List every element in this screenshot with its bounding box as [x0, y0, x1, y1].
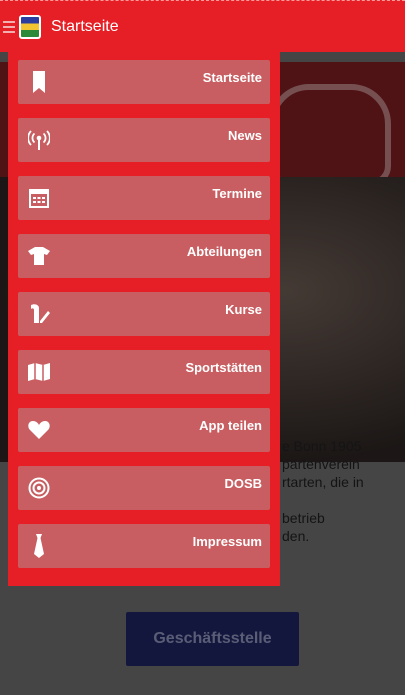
menu-item-abteilungen[interactable]: Abteilungen [18, 234, 270, 278]
bookmark-icon [28, 71, 50, 93]
menu-item-label: Kurse [225, 302, 262, 317]
page-title: Startseite [51, 17, 119, 35]
menu-item-label: Termine [212, 186, 262, 201]
shirt-icon [28, 245, 50, 267]
menu-item-label: DOSB [224, 476, 262, 491]
menu-item-sportstaetten[interactable]: Sportstätten [18, 350, 270, 394]
club-crest-icon [19, 14, 41, 39]
app-bar: Startseite [0, 0, 405, 52]
menu-icon[interactable] [3, 20, 15, 33]
menu-item-label: Startseite [202, 70, 262, 85]
menu-item-label: App teilen [199, 418, 262, 433]
menu-item-label: Impressum [192, 534, 262, 549]
whistle-icon [28, 303, 50, 325]
menu-item-dosb[interactable]: DOSB [18, 466, 270, 510]
map-icon [28, 361, 50, 383]
menu-item-startseite[interactable]: Startseite [18, 60, 270, 104]
menu-item-label: Sportstätten [185, 360, 262, 375]
navigation-drawer: Startseite News Termine Abteilungen Kurs… [8, 52, 280, 586]
menu-item-termine[interactable]: Termine [18, 176, 270, 220]
menu-item-label: News [228, 128, 262, 143]
menu-item-app-teilen[interactable]: App teilen [18, 408, 270, 452]
menu-item-label: Abteilungen [186, 244, 262, 259]
target-icon [28, 477, 50, 499]
menu-item-news[interactable]: News [18, 118, 270, 162]
menu-item-impressum[interactable]: Impressum [18, 524, 270, 568]
drawer-menu: Startseite News Termine Abteilungen Kurs… [14, 60, 274, 568]
heart-icon [28, 419, 50, 441]
antenna-icon [28, 129, 50, 151]
tie-icon [28, 534, 50, 558]
calendar-icon [28, 187, 50, 209]
menu-item-kurse[interactable]: Kurse [18, 292, 270, 336]
